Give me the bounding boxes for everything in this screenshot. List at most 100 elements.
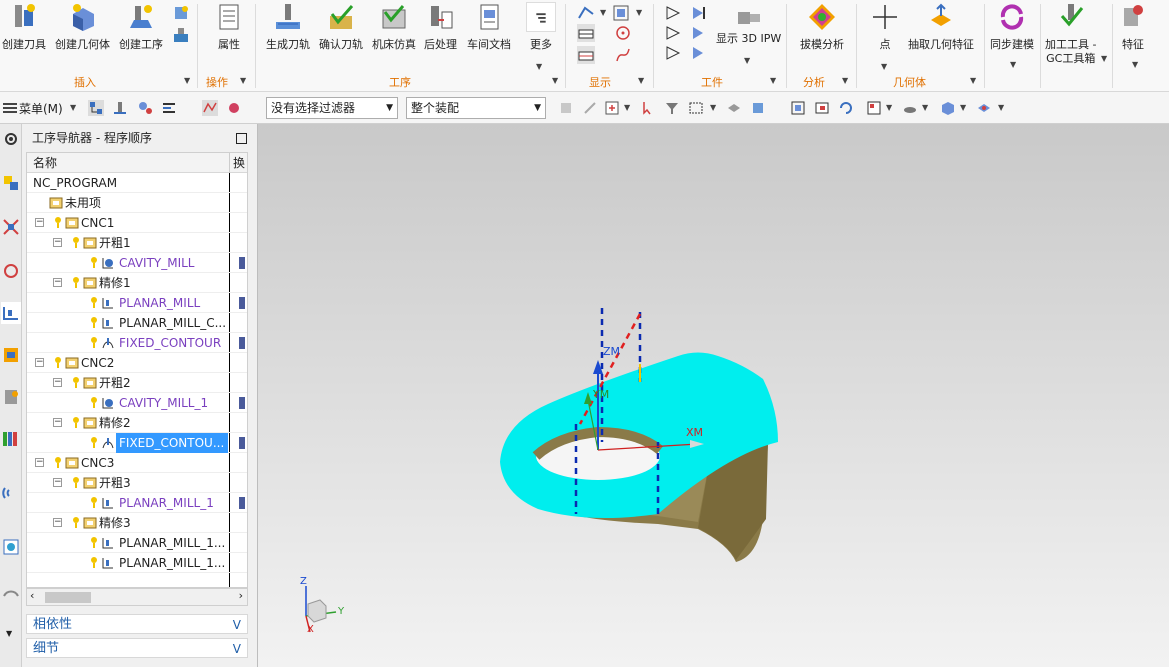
scrollbar-thumb[interactable] (45, 592, 91, 603)
tree-row-planar-mill-1a[interactable]: PLANAR_MILL_1... (27, 533, 247, 553)
collapse-icon[interactable]: − (53, 478, 62, 487)
history-icon[interactable] (1, 536, 21, 558)
ipw-step2-icon[interactable] (690, 24, 708, 42)
insert-group-dropdown[interactable]: ▼ (184, 76, 190, 85)
collapse-icon[interactable]: − (53, 278, 62, 287)
solid-select-icon[interactable] (726, 100, 742, 116)
tree-row-finish3[interactable]: − 精修3 (27, 513, 247, 533)
more-dropdown[interactable]: ▼ (536, 62, 542, 71)
roles-icon[interactable] (1, 584, 21, 606)
tree-row-cnc3[interactable]: − CNC3 (27, 453, 247, 473)
display-target-icon[interactable] (614, 24, 632, 42)
small-tool-icon[interactable] (172, 4, 190, 22)
tree-row-cnc2[interactable]: − CNC2 (27, 353, 247, 373)
collapse-icon[interactable]: − (35, 358, 44, 367)
scroll-left-icon[interactable]: ‹ (30, 589, 34, 602)
create-geometry-button[interactable]: 创建几何体 (55, 2, 110, 52)
select-point-icon[interactable] (604, 100, 620, 116)
ipw-play-icon[interactable] (664, 4, 682, 22)
render-style-dropdown[interactable]: ▼ (922, 103, 928, 112)
library-icon[interactable] (1, 428, 21, 450)
display-group-dropdown[interactable]: ▼ (638, 76, 644, 85)
gear-icon[interactable] (1, 128, 21, 150)
rect-select-dropdown[interactable]: ▼ (710, 103, 716, 112)
point-dropdown[interactable]: ▼ (881, 62, 887, 71)
tree-row-fixed-contour-selected[interactable]: FIXED_CONTOU... (27, 433, 247, 453)
rect-select-icon[interactable] (688, 100, 704, 116)
method-view-icon[interactable] (161, 100, 177, 116)
create-operation-button[interactable]: 创建工序 (119, 2, 163, 52)
generate-toolpath-button[interactable]: 生成刀轨 (266, 2, 310, 52)
tree-row-nc-program[interactable]: NC_PROGRAM (27, 173, 247, 193)
display-curve-icon[interactable] (614, 46, 632, 64)
web-browser-icon[interactable] (1, 482, 21, 504)
display-toolpath-icon[interactable] (577, 4, 595, 22)
ipw-play3-icon[interactable] (664, 44, 682, 62)
geometry-view-icon[interactable] (137, 100, 153, 116)
tree-row-cavity-mill[interactable]: CAVITY_MILL (27, 253, 247, 273)
small-method-icon[interactable] (172, 26, 190, 44)
maximize-icon[interactable] (236, 133, 247, 144)
ipw-play2-icon[interactable] (664, 24, 682, 42)
collapse-icon[interactable]: − (53, 518, 62, 527)
display-layer-icon[interactable] (577, 24, 595, 42)
orient-view-icon[interactable] (866, 100, 882, 116)
toolpath-view-icon[interactable] (202, 100, 218, 116)
properties-button[interactable]: 属性 (214, 2, 244, 52)
tree-row-planar-mill-1[interactable]: PLANAR_MILL_1 (27, 493, 247, 513)
tree-row-planar-mill[interactable]: PLANAR_MILL (27, 293, 247, 313)
select-filter-icon[interactable] (664, 100, 680, 116)
tree-row-planar-mill-1b[interactable]: PLANAR_MILL_1... (27, 553, 247, 573)
toolpath-color-icon[interactable] (226, 100, 242, 116)
machining-tools-dropdown[interactable]: ▼ (1101, 54, 1107, 63)
procedure-group-dropdown[interactable]: ▼ (552, 76, 558, 85)
tree-row-unused[interactable]: 未用项 (27, 193, 247, 213)
machining-tools-button[interactable]: 加工工具 - GC工具箱 (1045, 2, 1096, 66)
render-style-icon[interactable] (902, 100, 918, 116)
machine-navigator-icon[interactable] (1, 344, 21, 366)
geometry-group-dropdown[interactable]: ▼ (970, 76, 976, 85)
display-blank-dropdown[interactable]: ▼ (636, 8, 642, 17)
tree-row-finish2[interactable]: − 精修2 (27, 413, 247, 433)
ipw-step3-icon[interactable] (690, 44, 708, 62)
workpiece-group-dropdown[interactable]: ▼ (770, 76, 776, 85)
dependency-panel-toggle[interactable]: 相依性 V (26, 614, 248, 634)
display-section-icon[interactable] (577, 46, 595, 64)
graphics-viewport[interactable]: ZM YM XM Z Y X (258, 124, 1169, 667)
tree-row-cavity-mill-1[interactable]: CAVITY_MILL_1 (27, 393, 247, 413)
menu-icon[interactable] (2, 100, 18, 116)
assembly-navigator-icon[interactable] (1, 172, 21, 194)
menu-label[interactable]: 菜单(M) (19, 100, 63, 117)
point-button[interactable]: 点 (870, 2, 900, 52)
assembly-scope-select[interactable]: 整个装配 ▼ (406, 97, 546, 119)
show-3d-ipw-button[interactable]: 显示 3D IPW (716, 2, 781, 46)
collapse-icon[interactable]: − (35, 458, 44, 467)
orient-view-dropdown[interactable]: ▼ (886, 103, 892, 112)
column-tool-header[interactable]: 换 (233, 153, 245, 173)
feature-button[interactable]: 特征 (1118, 2, 1148, 52)
tree-row-finish1[interactable]: − 精修1 (27, 273, 247, 293)
operations-group-dropdown[interactable]: ▼ (240, 76, 246, 85)
visibility-dropdown[interactable]: ▼ (998, 103, 1004, 112)
tree-horizontal-scrollbar[interactable]: ‹ › (26, 588, 248, 606)
shaded-dropdown[interactable]: ▼ (960, 103, 966, 112)
reuse-library-icon[interactable] (1, 386, 21, 408)
select-cursor-icon[interactable] (640, 100, 656, 116)
resource-bar-dropdown[interactable]: ▼ (6, 629, 12, 638)
scroll-right-icon[interactable]: › (239, 589, 243, 602)
part-navigator-icon[interactable] (1, 260, 21, 282)
program-order-view-icon[interactable] (88, 100, 104, 116)
part-model[interactable] (258, 124, 1169, 667)
analysis-group-dropdown[interactable]: ▼ (842, 76, 848, 85)
sync-modeling-button[interactable]: 同步建模 (990, 2, 1034, 52)
selection-filter-select[interactable]: 没有选择过滤器 ▼ (266, 97, 398, 119)
constraint-navigator-icon[interactable] (1, 216, 21, 238)
show-3d-ipw-dropdown[interactable]: ▼ (744, 56, 750, 65)
body-select-icon[interactable] (750, 100, 766, 116)
tree-row-rough2[interactable]: − 开粗2 (27, 373, 247, 393)
tree-row-rough1[interactable]: − 开粗1 (27, 233, 247, 253)
display-blank-icon[interactable] (612, 4, 630, 22)
shop-doc-button[interactable]: 车间文档 (467, 2, 511, 52)
tree-row-rough3[interactable]: − 开粗3 (27, 473, 247, 493)
fit-view-icon[interactable] (790, 100, 806, 116)
